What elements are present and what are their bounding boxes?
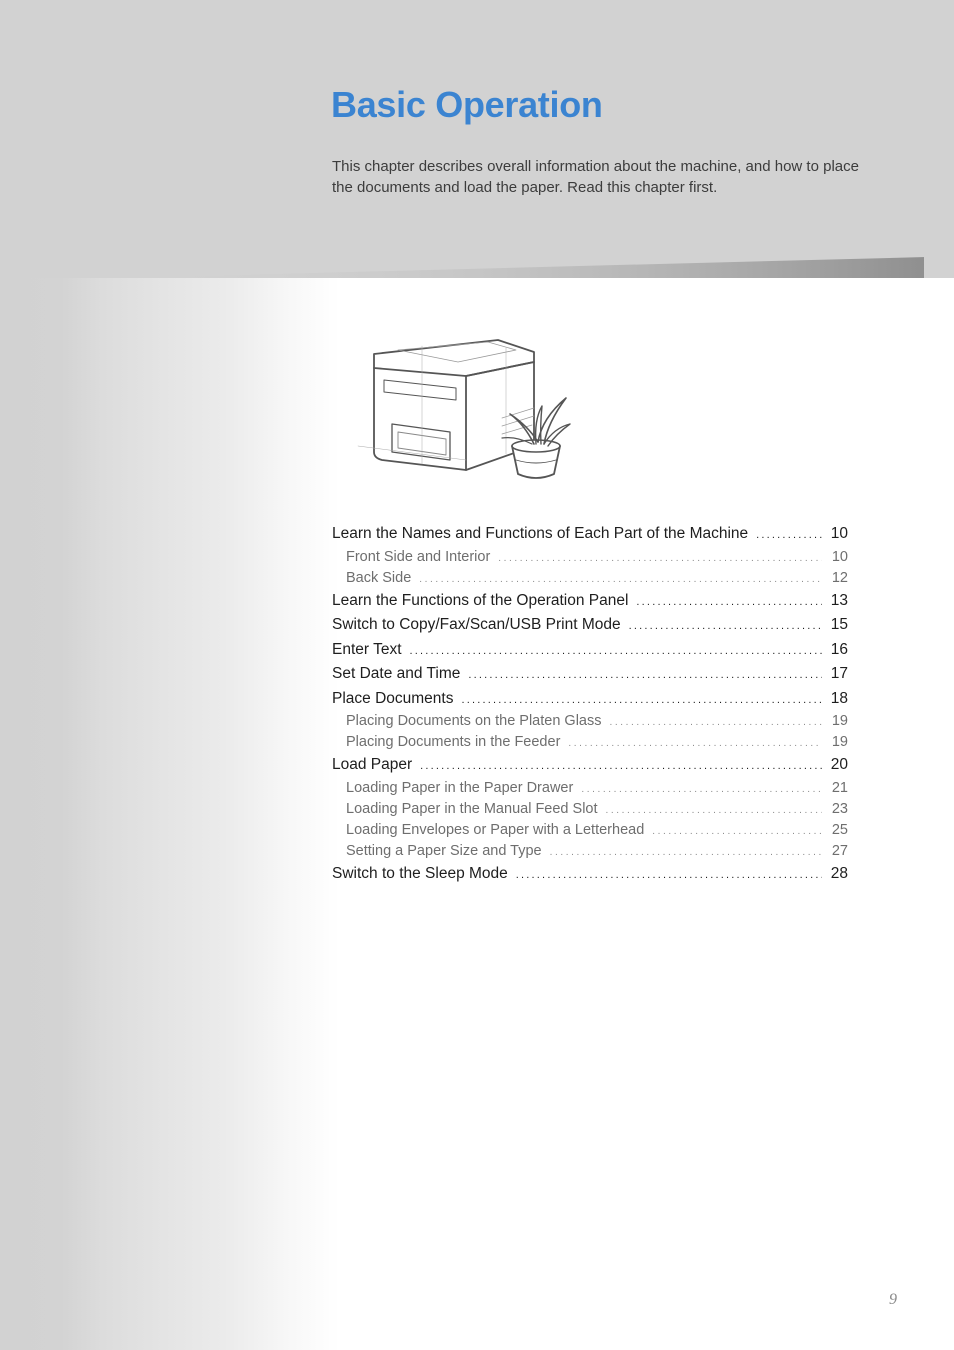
toc-entry-label: Learn the Names and Functions of Each Pa…: [332, 525, 749, 542]
toc-entry-label: Back Side: [346, 569, 412, 586]
toc-dot-leader: [516, 863, 822, 887]
toc-dot-leader: [420, 754, 822, 778]
toc-subentry[interactable]: Placing Documents in the Feeder 19: [332, 732, 848, 753]
toc-entry-page: 13: [830, 591, 848, 609]
toc-entry-label: Loading Paper in the Paper Drawer: [346, 779, 574, 796]
toc-subentry[interactable]: Loading Envelopes or Paper with a Letter…: [332, 820, 848, 841]
toc-entry-label: Setting a Paper Size and Type: [346, 842, 542, 859]
toc-subentry[interactable]: Back Side 12: [332, 568, 848, 589]
toc-entry-page: 23: [831, 800, 848, 817]
toc-entry-label: Learn the Functions of the Operation Pan…: [332, 591, 629, 609]
toc-entry-page: 25: [831, 821, 848, 838]
toc-entry-page: 19: [831, 713, 848, 729]
toc-subentry[interactable]: Placing Documents on the Platen Glass 19: [332, 711, 848, 732]
toc-dot-leader: [461, 688, 822, 712]
toc-subentry[interactable]: Loading Paper in the Manual Feed Slot 23: [332, 799, 848, 820]
toc-entry-page: 10: [831, 548, 848, 565]
toc-dot-leader: [606, 800, 822, 820]
toc-entry-page: 27: [831, 842, 848, 859]
toc-subentry[interactable]: Setting a Paper Size and Type 27: [332, 841, 848, 862]
toc-entry-label: Enter Text: [332, 640, 402, 658]
toc-dot-leader: [610, 712, 823, 732]
toc-entry-page: 19: [831, 734, 848, 750]
toc-entry-page: 18: [830, 689, 848, 707]
toc-entry[interactable]: Load Paper 20: [332, 753, 848, 778]
toc-dot-leader: [410, 639, 822, 663]
toc-entry[interactable]: Switch to Copy/Fax/Scan/USB Print Mode 15: [332, 613, 848, 638]
toc-entry-page: 21: [831, 779, 848, 796]
toc-entry-label: Set Date and Time: [332, 665, 461, 682]
toc-dot-leader: [419, 569, 822, 589]
toc-subentry[interactable]: Front Side and Interior 10: [332, 547, 848, 568]
chapter-title: Basic Operation: [331, 84, 603, 125]
toc-entry-page: 20: [830, 756, 848, 773]
chapter-header-band: [0, 0, 954, 278]
printer-with-plant-icon: [357, 339, 571, 479]
chapter-intro: This chapter describes overall informati…: [332, 158, 859, 196]
toc-entry[interactable]: Learn the Functions of the Operation Pan…: [332, 589, 848, 614]
toc-entry-label: Switch to Copy/Fax/Scan/USB Print Mode: [332, 616, 621, 633]
toc-dot-leader: [636, 590, 822, 614]
toc-entry[interactable]: Learn the Names and Functions of Each Pa…: [332, 522, 848, 547]
toc-dot-leader: [498, 548, 822, 568]
toc-entry-label: Loading Envelopes or Paper with a Letter…: [346, 821, 645, 838]
toc-entry[interactable]: Set Date and Time 17: [332, 662, 848, 687]
toc-entry-page: 28: [830, 864, 848, 882]
toc-entry-page: 15: [830, 616, 848, 633]
toc-entry[interactable]: Enter Text 16: [332, 638, 848, 663]
toc-dot-leader: [468, 663, 822, 687]
toc-entry-label: Placing Documents in the Feeder: [346, 734, 561, 750]
page-number: 9: [889, 1291, 897, 1308]
toc-dot-leader: [629, 614, 822, 638]
toc-dot-leader: [550, 842, 822, 862]
toc-entry-page: 12: [831, 569, 848, 586]
toc-entry-page: 17: [830, 665, 848, 682]
side-gradient-decoration: [0, 278, 340, 1350]
toc-entry[interactable]: Place Documents 18: [332, 687, 848, 712]
toc-entry-label: Placing Documents on the Platen Glass: [346, 713, 602, 729]
toc-entry-label: Place Documents: [332, 689, 454, 707]
toc-dot-leader: [756, 523, 822, 547]
toc-dot-leader: [652, 821, 822, 841]
toc-entry-page: 10: [830, 525, 848, 542]
toc-entry[interactable]: Switch to the Sleep Mode 28: [332, 862, 848, 887]
toc-entry-page: 16: [830, 640, 848, 658]
printer-illustration: [338, 328, 578, 484]
table-of-contents: Learn the Names and Functions of Each Pa…: [332, 522, 848, 886]
toc-subentry[interactable]: Loading Paper in the Paper Drawer 21: [332, 778, 848, 799]
toc-dot-leader: [581, 779, 822, 799]
toc-entry-label: Load Paper: [332, 756, 413, 773]
toc-entry-label: Front Side and Interior: [346, 548, 491, 565]
toc-entry-label: Loading Paper in the Manual Feed Slot: [346, 800, 598, 817]
toc-dot-leader: [568, 733, 822, 753]
toc-entry-label: Switch to the Sleep Mode: [332, 864, 508, 882]
